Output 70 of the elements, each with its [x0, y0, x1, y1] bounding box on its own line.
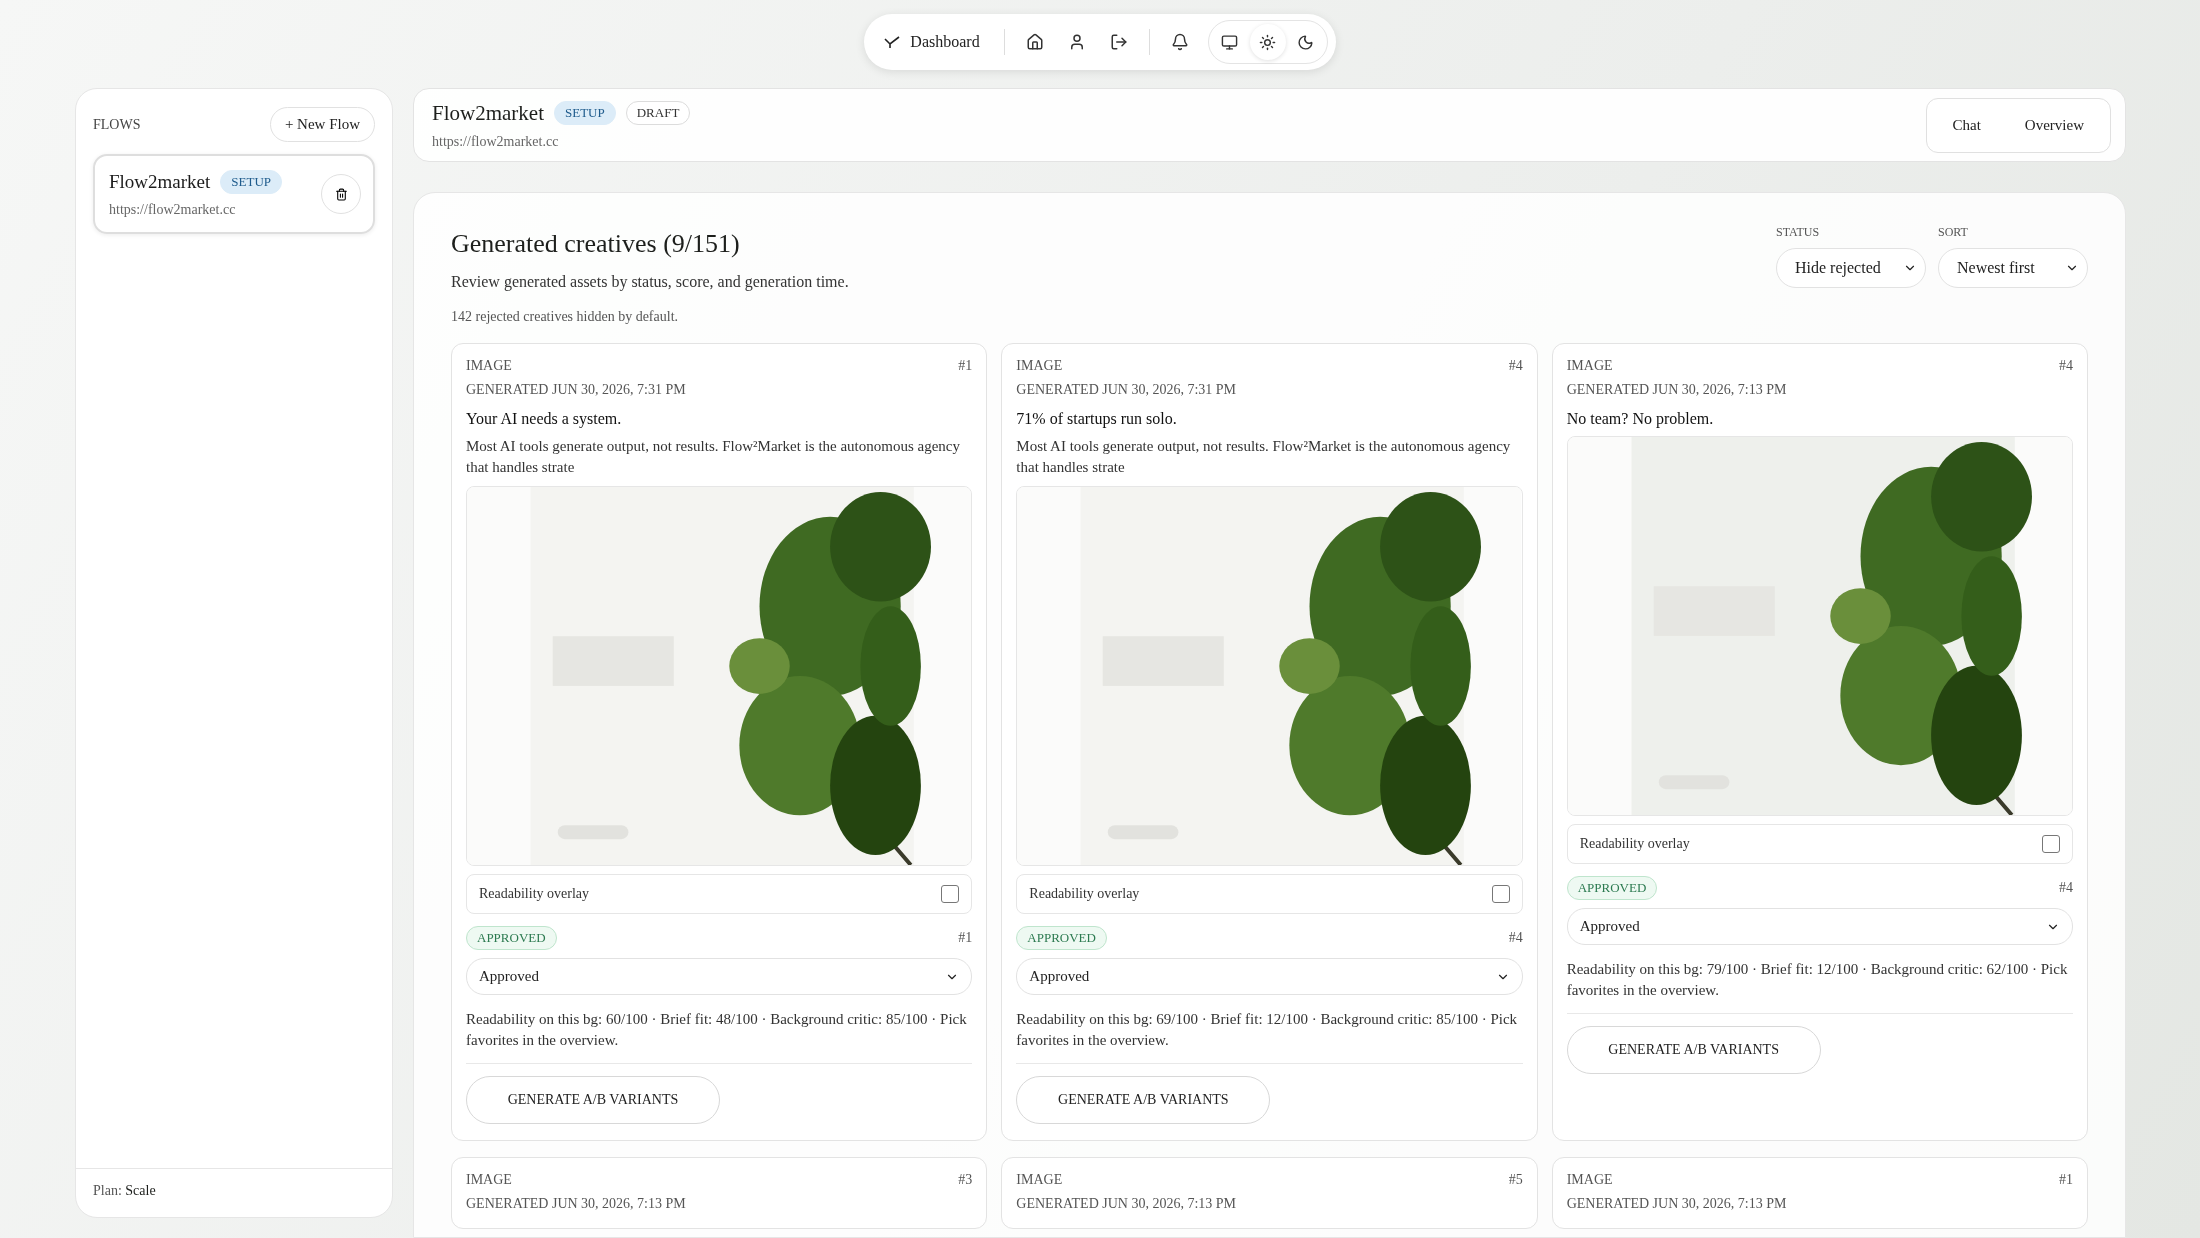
view-tab[interactable]: Chat — [1930, 102, 2003, 148]
sun-icon[interactable] — [1249, 24, 1286, 60]
filter-label: SORT — [1938, 225, 1969, 240]
filter-select[interactable]: Hide rejected — [1776, 248, 1926, 288]
asset-type: IMAGE — [1566, 358, 1613, 374]
flow-url: https://flow2market.cc — [432, 133, 560, 150]
generate-variants-button[interactable]: GENERATE A/B VARIANTS — [1016, 1076, 1271, 1124]
status-badge: SETUP — [554, 101, 616, 125]
status-select[interactable]: Approved — [466, 958, 973, 995]
flow-title: Flow2market — [432, 100, 544, 126]
delete-button[interactable] — [321, 174, 361, 214]
dashboard-link[interactable]: Dashboard — [880, 33, 992, 51]
creative-body: Most AI tools generate output, not results. Flow²Market is the autonomous agency that handles strate — [1016, 437, 1512, 477]
flow-card[interactable]: Flow2market SETUP https://flow2market.cc — [93, 154, 375, 234]
flow-name: Flow2market — [109, 171, 211, 193]
score-summary: Readability on this bg: 60/100 · Brief fit: 48/100 · Background critic: 85/100 · Pick favorites in the overview. — [466, 1010, 968, 1050]
asset-type: IMAGE — [1016, 358, 1063, 374]
rank-number: #5 — [1508, 1172, 1523, 1188]
asset-type: IMAGE — [466, 1172, 512, 1188]
trash-icon — [334, 187, 348, 201]
filter-label: STATUS — [1776, 225, 1821, 240]
plan-label: Plan: — [93, 1183, 123, 1198]
flows-heading: FLOWS — [93, 116, 141, 133]
readability-overlay-toggle[interactable]: Readability overlay — [1566, 824, 2073, 864]
generated-time: GENERATED JUN 30, 2026, 7:31 PM — [1016, 382, 1238, 398]
approval-badge: APPROVED — [1016, 926, 1107, 950]
creative-headline: No team? No problem. — [1566, 410, 1715, 428]
generate-variants-button[interactable]: GENERATE A/B VARIANTS — [1566, 1026, 1821, 1074]
rank-number: #1 — [2059, 1172, 2073, 1188]
approval-badge: APPROVED — [466, 926, 557, 950]
status-select[interactable]: Approved — [1016, 958, 1523, 995]
rank-number: #4 — [1508, 358, 1523, 374]
overlay-checkbox[interactable] — [1491, 885, 1510, 903]
generated-time: GENERATED JUN 30, 2026, 7:13 PM — [466, 1196, 687, 1212]
rank-number: #4 — [1508, 930, 1523, 946]
asset-type: IMAGE — [1566, 1172, 1613, 1188]
rank-number: #1 — [958, 930, 973, 946]
new-flow-button[interactable]: + New Flow — [269, 107, 375, 142]
asset-type: IMAGE — [1016, 1172, 1063, 1188]
generated-time: GENERATED JUN 30, 2026, 7:13 PM — [1566, 1196, 1788, 1212]
score-summary: Readability on this bg: 79/100 · Brief fit: 12/100 · Background critic: 62/100 · Pick favorites in the overview. — [1566, 960, 2069, 1000]
creative-headline: 71% of startups run solo. — [1016, 410, 1178, 428]
hidden-note: 142 rejected creatives hidden by default. — [451, 309, 679, 325]
overlay-checkbox[interactable] — [941, 885, 960, 903]
view-tab[interactable]: Overview — [2002, 102, 2106, 148]
rank-number: #4 — [2059, 358, 2073, 374]
rank-number: #4 — [2059, 880, 2073, 896]
generated-time: GENERATED JUN 30, 2026, 7:13 PM — [1566, 382, 1788, 398]
overlay-checkbox[interactable] — [2042, 835, 2060, 853]
filter-select[interactable]: Newest first — [1938, 248, 2088, 288]
readability-overlay-toggle[interactable]: Readability overlay — [1016, 874, 1523, 914]
asset-type: IMAGE — [466, 358, 512, 374]
readability-overlay-toggle[interactable]: Readability overlay — [466, 874, 973, 914]
approval-badge: APPROVED — [1566, 876, 1658, 900]
flow-url: https://flow2market.cc — [109, 202, 237, 218]
logo-icon — [884, 35, 901, 49]
generated-time: GENERATED JUN 30, 2026, 7:13 PM — [1016, 1196, 1238, 1212]
generate-variants-button[interactable]: GENERATE A/B VARIANTS — [466, 1076, 720, 1124]
plan-value: Scale — [125, 1183, 156, 1198]
rank-number: #1 — [958, 358, 973, 374]
score-summary: Readability on this bg: 69/100 · Brief fit: 12/100 · Background critic: 85/100 · Pick favorites in the overview. — [1016, 1010, 1519, 1050]
generated-time: GENERATED JUN 30, 2026, 7:31 PM — [466, 382, 687, 398]
section-title: Generated creatives (9/151) — [451, 229, 741, 259]
creative-body: Most AI tools generate output, not results. Flow²Market is the autonomous agency that handles strate — [466, 437, 961, 477]
rank-number: #3 — [958, 1172, 973, 1188]
creative-headline: Your AI needs a system. — [466, 410, 623, 428]
status-select[interactable]: Approved — [1566, 908, 2073, 945]
status-badge: DRAFT — [625, 101, 691, 125]
status-badge: SETUP — [220, 170, 283, 194]
section-subtitle: Review generated assets by status, score, and generation time. — [451, 273, 849, 291]
